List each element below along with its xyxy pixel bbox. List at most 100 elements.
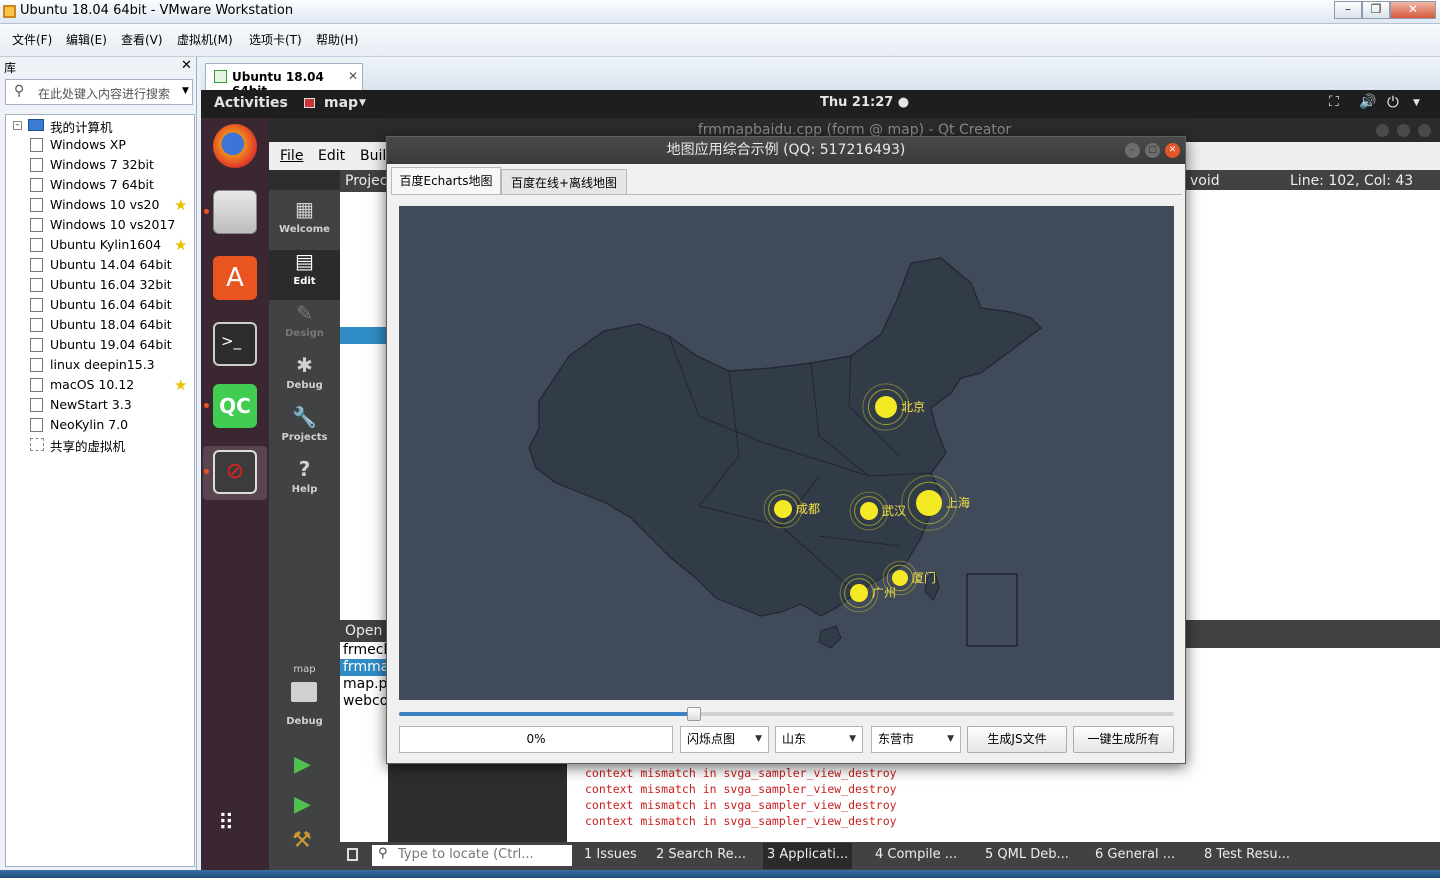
- mode-design[interactable]: ✎ Design: [269, 302, 340, 352]
- qt-maximize-button[interactable]: [1397, 124, 1410, 137]
- build-hammer-icon[interactable]: ⚒: [292, 828, 312, 853]
- vm-item[interactable]: Windows 7 32bit: [30, 155, 154, 175]
- vm-item[interactable]: Ubuntu 14.04 64bit: [30, 255, 172, 275]
- locator-input[interactable]: ⚲ Type to locate (Ctrl...: [372, 845, 572, 866]
- city-point[interactable]: [774, 500, 792, 518]
- vm-item[interactable]: Ubuntu 19.04 64bit: [30, 335, 172, 355]
- generate-js-button[interactable]: 生成JS文件: [967, 726, 1067, 753]
- minimize-button[interactable]: –: [1334, 1, 1362, 19]
- menu-help[interactable]: 帮助(H): [316, 31, 358, 48]
- activities-button[interactable]: Activities: [214, 95, 288, 111]
- tab-online-offline-map[interactable]: 百度在线+离线地图: [501, 169, 627, 195]
- menu-vm[interactable]: 虚拟机(M): [177, 31, 233, 48]
- tab-ubuntu-1804[interactable]: Ubuntu 18.04 64bit ✕: [205, 63, 363, 98]
- mode-edit[interactable]: ▤ Edit: [269, 250, 340, 300]
- city-point[interactable]: [892, 570, 908, 586]
- map-slider[interactable]: [399, 707, 1174, 721]
- vm-item[interactable]: NewStart 3.3: [30, 395, 132, 415]
- dialog-maximize-button[interactable]: □: [1145, 143, 1160, 158]
- dialog-minimize-button[interactable]: –: [1125, 143, 1140, 158]
- mode-welcome[interactable]: ▦ Welcome: [269, 198, 340, 248]
- open-doc-item[interactable]: frmma: [340, 659, 389, 676]
- pane-application-output[interactable]: 3 Applicati...: [763, 843, 853, 869]
- library-close-icon[interactable]: ✕: [181, 58, 192, 73]
- vm-item[interactable]: macOS 10.12: [30, 375, 134, 395]
- pane-general[interactable]: 6 General ...: [1095, 847, 1175, 862]
- library-search[interactable]: ⚲ 在此处键入内容进行搜索 ▼: [5, 79, 193, 105]
- pane-search[interactable]: 2 Search Re...: [656, 847, 746, 862]
- vm-item[interactable]: Ubuntu 18.04 64bit: [30, 315, 172, 335]
- vm-item[interactable]: Windows 10 vs2017: [30, 215, 175, 235]
- mode-help[interactable]: ? Help: [269, 458, 340, 508]
- show-apps-icon[interactable]: ⠿: [218, 813, 236, 835]
- vm-item[interactable]: Ubuntu Kylin1604: [30, 235, 161, 255]
- search-input[interactable]: 在此处键入内容进行搜索: [38, 85, 170, 102]
- terminal-icon[interactable]: >_: [213, 322, 257, 366]
- app-menu-arrow-icon[interactable]: ▼: [359, 98, 366, 108]
- volume-icon[interactable]: 🔊: [1359, 94, 1376, 110]
- vm-item[interactable]: NeoKylin 7.0: [30, 415, 128, 435]
- close-button[interactable]: ✕: [1390, 1, 1436, 19]
- tab-close-icon[interactable]: ✕: [348, 69, 358, 83]
- function-combo[interactable]: void: [1190, 173, 1220, 189]
- city-point[interactable]: [875, 396, 897, 418]
- vm-item[interactable]: Windows 10 vs20: [30, 195, 159, 215]
- library-header: 库 ✕: [0, 57, 197, 77]
- map-type-select[interactable]: 闪烁点图 ▼: [680, 726, 769, 753]
- clock[interactable]: Thu 21:27 ●: [820, 95, 909, 110]
- qt-menu-file[interactable]: File: [280, 148, 303, 164]
- firefox-icon[interactable]: [213, 124, 257, 168]
- menu-view[interactable]: 查看(V): [121, 31, 163, 48]
- vm-item[interactable]: linux deepin15.3: [30, 355, 155, 375]
- vm-item[interactable]: Windows XP: [30, 135, 126, 155]
- generate-all-button[interactable]: 一键生成所有: [1073, 726, 1174, 753]
- maximize-button[interactable]: ❐: [1362, 1, 1390, 19]
- menu-tabs[interactable]: 选项卡(T): [249, 31, 302, 48]
- menu-edit[interactable]: 编辑(E): [66, 31, 107, 48]
- software-center-icon[interactable]: A: [213, 256, 257, 300]
- project-selected-row[interactable]: [340, 327, 388, 344]
- map-app-icon[interactable]: ⊘: [213, 450, 257, 494]
- chevron-down-icon[interactable]: ▼: [182, 86, 189, 96]
- qt-minimize-button[interactable]: [1376, 124, 1389, 137]
- code-editor[interactable]: [1186, 190, 1440, 620]
- pane-qml-debugger[interactable]: 5 QML Deb...: [985, 847, 1069, 862]
- app-menu[interactable]: map: [324, 95, 358, 111]
- run-icon[interactable]: ▶: [294, 752, 311, 777]
- monitor-icon[interactable]: [291, 682, 317, 702]
- qt-menu-edit[interactable]: Edit: [318, 148, 345, 164]
- city-point[interactable]: [860, 502, 878, 520]
- debug-run-icon[interactable]: ▶: [294, 792, 311, 817]
- tree-root-label[interactable]: 我的计算机: [50, 117, 113, 136]
- pane-test-results[interactable]: 8 Test Resu...: [1204, 847, 1290, 862]
- dialog-close-button[interactable]: ✕: [1165, 143, 1180, 158]
- qt-menu-build[interactable]: Buil: [360, 148, 386, 164]
- vm-item[interactable]: Windows 7 64bit: [30, 175, 154, 195]
- mode-debug[interactable]: ✱ Debug: [269, 354, 340, 404]
- echarts-map[interactable]: 北京 上海 武汉 成都 厦门 广州: [399, 206, 1174, 700]
- qt-close-button[interactable]: [1418, 124, 1431, 137]
- slider-handle[interactable]: [686, 707, 701, 721]
- open-doc-item[interactable]: webco: [340, 693, 388, 710]
- city-point[interactable]: [916, 490, 942, 516]
- open-doc-item[interactable]: frmecl: [340, 642, 388, 659]
- tab-echarts-map[interactable]: 百度Echarts地图: [391, 167, 501, 195]
- mode-projects[interactable]: 🔧 Projects: [269, 406, 340, 456]
- pane-compile[interactable]: 4 Compile ...: [875, 847, 957, 862]
- pane-issues[interactable]: 1 Issues: [584, 847, 637, 862]
- network-icon[interactable]: ⛶: [1329, 94, 1339, 110]
- collapse-icon[interactable]: -: [13, 121, 22, 130]
- menu-file[interactable]: 文件(F): [12, 31, 52, 48]
- vm-item[interactable]: Ubuntu 16.04 32bit: [30, 275, 172, 295]
- province-select[interactable]: 山东 ▼: [775, 726, 863, 753]
- files-icon[interactable]: [213, 190, 257, 234]
- city-select[interactable]: 东营市 ▼: [871, 726, 961, 753]
- shared-vms-label[interactable]: 共享的虚拟机: [50, 436, 125, 455]
- qtcreator-icon[interactable]: QC: [213, 384, 257, 428]
- open-doc-item[interactable]: map.p: [340, 676, 388, 693]
- vm-item[interactable]: Ubuntu 16.04 64bit: [30, 295, 172, 315]
- system-menu-arrow-icon[interactable]: ▼: [1413, 98, 1420, 108]
- power-icon[interactable]: ⏻: [1387, 93, 1399, 111]
- city-point[interactable]: [850, 584, 868, 602]
- sidebar-toggle-icon[interactable]: [347, 848, 358, 861]
